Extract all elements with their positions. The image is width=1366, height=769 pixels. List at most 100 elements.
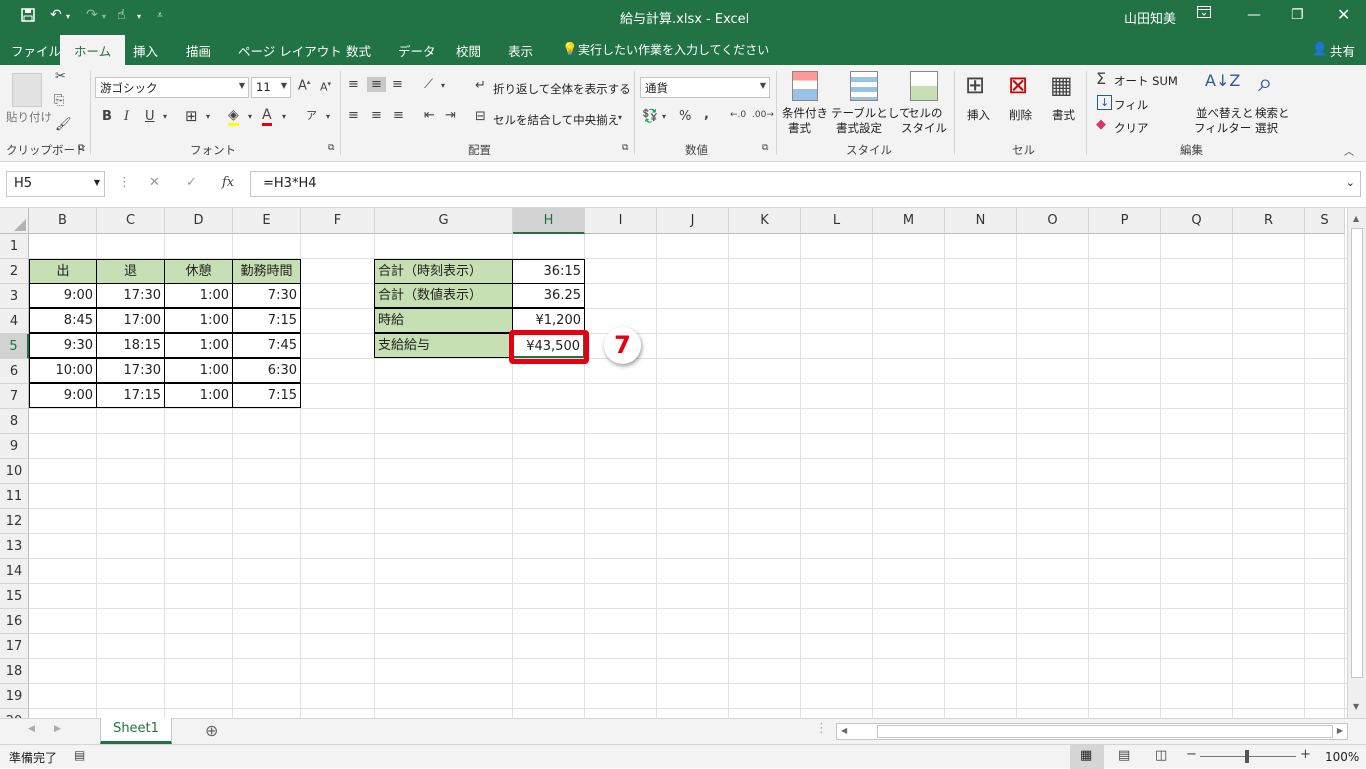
- column-header-i[interactable]: I: [585, 208, 657, 234]
- page-break-view-icon[interactable]: ◫: [1155, 748, 1167, 763]
- column-header-o[interactable]: O: [1017, 208, 1089, 234]
- tab-insert[interactable]: 挿入: [133, 41, 158, 60]
- table-cell[interactable]: 17:30: [96, 283, 165, 308]
- column-header-g[interactable]: G: [375, 208, 513, 234]
- decrease-indent-icon[interactable]: ⇤: [424, 108, 435, 123]
- summary-label-total-time[interactable]: 合計（時刻表示）: [374, 259, 513, 284]
- format-cells-button[interactable]: 書式: [1052, 107, 1075, 123]
- autosum-icon[interactable]: Σ: [1096, 69, 1106, 88]
- align-bottom-icon[interactable]: ≡: [392, 77, 403, 92]
- table-cell[interactable]: 9:00: [29, 283, 97, 308]
- font-color-icon[interactable]: A: [262, 107, 272, 126]
- row-header-6[interactable]: 6: [0, 359, 29, 384]
- insert-cells-icon[interactable]: ⊞: [965, 71, 985, 99]
- row-header-7[interactable]: 7: [0, 384, 29, 409]
- row-header-9[interactable]: 9: [0, 434, 29, 459]
- cell-styles-line2[interactable]: スタイル: [901, 120, 947, 136]
- scroll-up-icon[interactable]: ▲: [1353, 214, 1359, 223]
- view-normal-button[interactable]: ▦: [1070, 745, 1104, 769]
- column-header-f[interactable]: F: [301, 208, 375, 234]
- formula-input[interactable]: =H3*H4 ⌄: [250, 171, 1361, 197]
- paste-button[interactable]: 貼り付け: [6, 109, 52, 125]
- eraser-icon[interactable]: ◆: [1096, 117, 1106, 132]
- decrease-decimal-icon[interactable]: .00→: [752, 110, 774, 120]
- row-header-8[interactable]: 8: [0, 409, 29, 434]
- orientation-dropdown-icon[interactable]: ▾: [441, 81, 445, 90]
- wrap-text-button[interactable]: 折り返して全体を表示する: [493, 81, 631, 97]
- column-header-m[interactable]: M: [873, 208, 945, 234]
- cut-icon[interactable]: ✂: [55, 69, 66, 84]
- row-header-20[interactable]: 20: [0, 709, 29, 718]
- table-cell[interactable]: 10:00: [29, 358, 97, 383]
- restore-icon[interactable]: ❐: [1291, 7, 1304, 23]
- delete-cells-button[interactable]: 削除: [1009, 107, 1032, 123]
- hscroll-thumb[interactable]: [877, 725, 1333, 738]
- header-cell-end[interactable]: 退: [96, 259, 165, 284]
- undo-dropdown-icon[interactable]: ▾: [66, 12, 70, 21]
- underline-dropdown-icon[interactable]: ▾: [163, 112, 167, 121]
- table-cell[interactable]: 18:15: [96, 333, 165, 358]
- header-cell-break[interactable]: 休憩: [164, 259, 233, 284]
- minimize-icon[interactable]: —: [1247, 7, 1261, 23]
- column-header-b[interactable]: B: [29, 208, 97, 234]
- name-box[interactable]: H5 ▼: [6, 171, 105, 197]
- summary-value-total-time[interactable]: 36:15: [512, 259, 585, 284]
- worksheet-grid[interactable]: BCDEFGHIJKLMNOPQRS 1 2 3 4 5 6 7 8 9 10 11 12 13 14 15…: [0, 208, 1366, 718]
- sort-filter-line2[interactable]: フィルター: [1194, 120, 1251, 136]
- comma-button[interactable]: ,: [704, 107, 709, 122]
- collapse-ribbon-icon[interactable]: ︿: [1344, 143, 1354, 158]
- summary-value-total-number[interactable]: 36.25: [512, 283, 585, 308]
- borders-icon[interactable]: ⊞: [185, 107, 198, 125]
- currency-icon[interactable]: 💱: [642, 109, 658, 124]
- table-cell[interactable]: 7:15: [232, 308, 301, 333]
- vertical-scrollbar[interactable]: ▲ ▼: [1347, 208, 1366, 718]
- align-top-icon[interactable]: ≡: [348, 77, 359, 92]
- tab-review[interactable]: 校閲: [456, 41, 481, 60]
- table-cell[interactable]: 1:00: [164, 358, 233, 383]
- table-cell[interactable]: 1:00: [164, 383, 233, 408]
- table-cell[interactable]: 9:00: [29, 383, 97, 408]
- orientation-icon[interactable]: ⟋: [424, 77, 433, 92]
- header-cell-start[interactable]: 出: [29, 259, 97, 284]
- horizontal-scrollbar[interactable]: ◀ ▶: [836, 723, 1348, 740]
- tab-view[interactable]: 表示: [508, 41, 533, 60]
- scroll-right-icon[interactable]: ▶: [1337, 726, 1343, 735]
- insert-cells-button[interactable]: 挿入: [967, 107, 990, 123]
- tab-splitter-icon[interactable]: ⋮: [815, 721, 828, 736]
- table-cell[interactable]: 17:15: [96, 383, 165, 408]
- column-header-l[interactable]: L: [801, 208, 873, 234]
- table-cell[interactable]: 17:00: [96, 308, 165, 333]
- scroll-down-icon[interactable]: ▼: [1353, 702, 1359, 711]
- find-select-icon[interactable]: ⌕: [1258, 68, 1273, 99]
- number-format-combo[interactable]: 通貨 ▼: [640, 77, 770, 98]
- font-launcher-icon[interactable]: ⧉: [328, 143, 334, 153]
- tell-me-search[interactable]: 実行したい作業を入力してください: [578, 41, 769, 58]
- currency-dropdown-icon[interactable]: ▾: [662, 112, 666, 121]
- save-icon[interactable]: [20, 7, 36, 27]
- table-cell[interactable]: 7:45: [232, 333, 301, 358]
- row-header-11[interactable]: 11: [0, 484, 29, 509]
- column-header-r[interactable]: R: [1233, 208, 1305, 234]
- column-header-e[interactable]: E: [233, 208, 301, 234]
- align-middle-icon[interactable]: ≡: [367, 77, 386, 92]
- table-cell[interactable]: 9:30: [29, 333, 97, 358]
- enter-icon[interactable]: ✓: [186, 175, 197, 190]
- delete-cells-icon[interactable]: ⊠: [1008, 71, 1028, 99]
- tab-data[interactable]: データ: [398, 41, 436, 60]
- table-cell[interactable]: 6:30: [232, 358, 301, 383]
- sort-filter-icon[interactable]: A↓Z: [1205, 71, 1240, 90]
- cancel-icon[interactable]: ✕: [149, 175, 160, 190]
- merge-dropdown-icon[interactable]: ▾: [618, 113, 622, 122]
- row-header-12[interactable]: 12: [0, 509, 29, 534]
- zoom-out-icon[interactable]: −: [1186, 747, 1197, 762]
- fill-color-dropdown-icon[interactable]: ▾: [248, 112, 252, 121]
- column-header-d[interactable]: D: [165, 208, 233, 234]
- row-header-1[interactable]: 1: [0, 234, 29, 259]
- row-header-3[interactable]: 3: [0, 284, 29, 309]
- add-sheet-icon[interactable]: ⊕: [205, 721, 218, 740]
- wrap-text-icon[interactable]: ↵: [475, 78, 486, 93]
- font-color-dropdown-icon[interactable]: ▾: [282, 112, 286, 121]
- paste-icon[interactable]: [12, 73, 42, 107]
- table-cell[interactable]: 7:15: [232, 383, 301, 408]
- column-header-c[interactable]: C: [97, 208, 165, 234]
